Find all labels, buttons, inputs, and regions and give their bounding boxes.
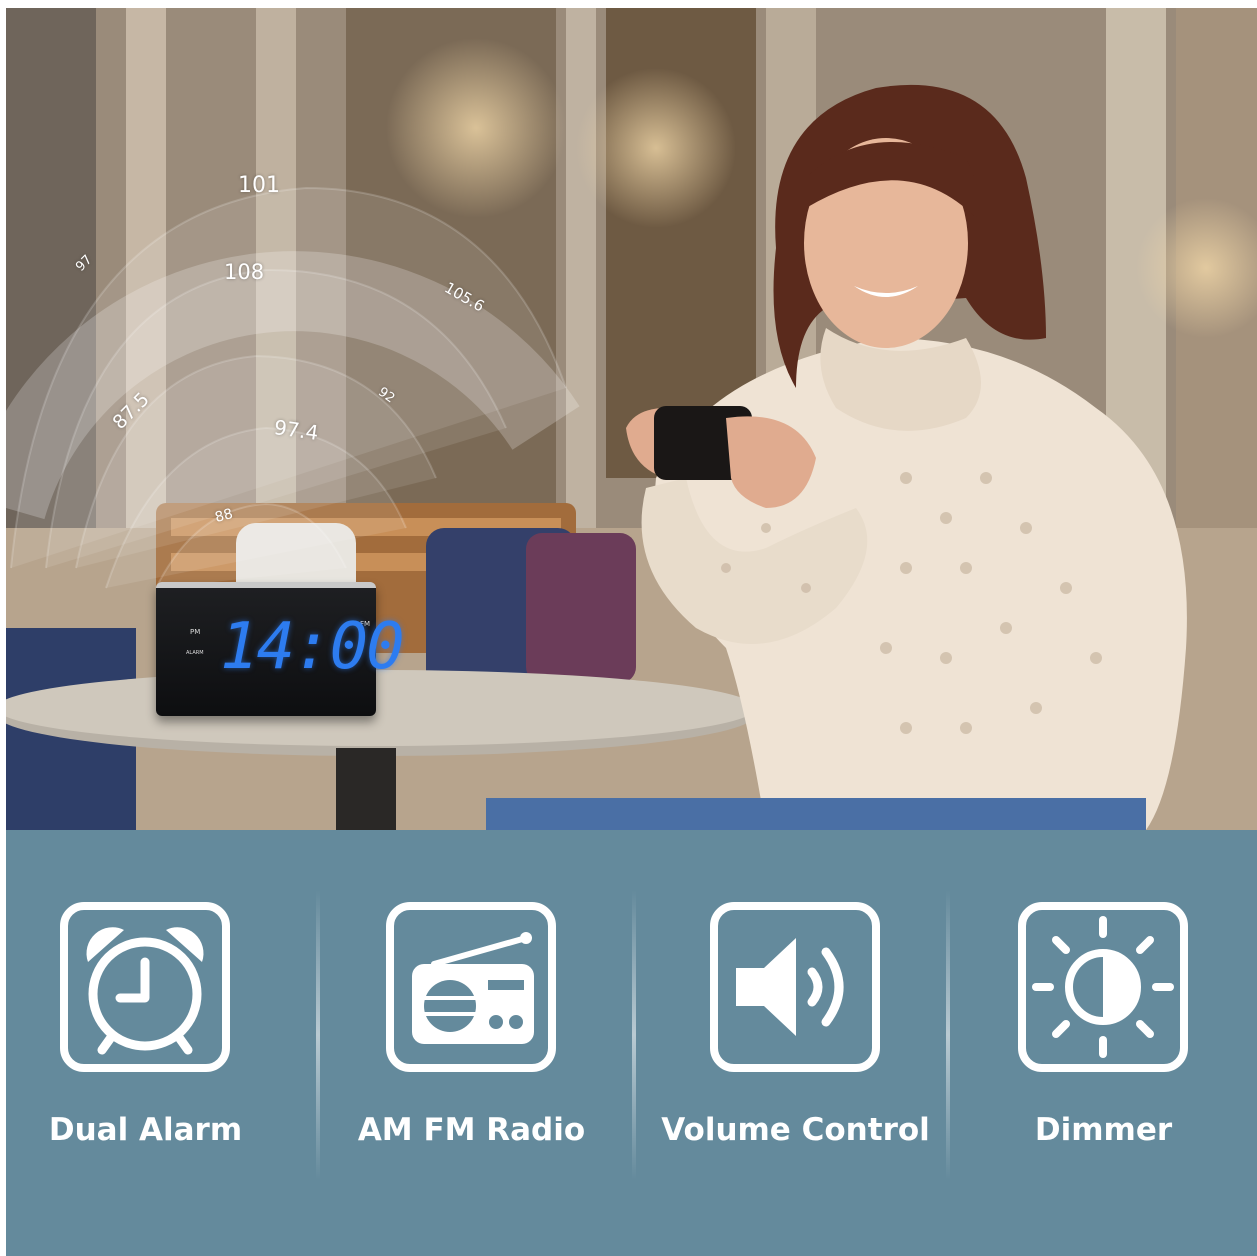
brightness-icon — [1018, 902, 1188, 1072]
divider — [632, 890, 636, 1180]
alarm-clock-icon — [60, 902, 230, 1072]
feature-label: Volume Control — [661, 1112, 930, 1148]
clock-alarm-indicator: ALARM — [186, 650, 204, 656]
feature-radio: AM FM Radio — [334, 902, 594, 1182]
divider — [316, 890, 320, 1180]
alarm-clock-device: PM ALARM FM 14:00 — [156, 582, 405, 716]
divider — [946, 890, 950, 1180]
feature-dimmer: Dimmer — [966, 902, 1226, 1182]
product-page: 101 97 108 105.6 87.5 92 97.4 88 PM ALAR… — [0, 0, 1257, 1256]
speaker-volume-icon — [710, 902, 880, 1072]
clock-pm-indicator: PM — [190, 628, 201, 636]
radio-icon — [386, 902, 556, 1072]
feature-label: AM FM Radio — [357, 1112, 586, 1148]
lifestyle-photo: 101 97 108 105.6 87.5 92 97.4 88 PM ALAR… — [6, 8, 1257, 830]
frequency-label: 108 — [224, 260, 265, 284]
feature-label: Dimmer — [1034, 1112, 1173, 1148]
feature-label: Dual Alarm — [48, 1112, 243, 1148]
frequency-label: 101 — [238, 173, 280, 198]
features-panel: Dual Alarm AM FM Radio Volume Control Di… — [6, 830, 1257, 1256]
feature-volume: Volume Control — [658, 902, 930, 1182]
feature-dual-alarm: Dual Alarm — [8, 902, 268, 1182]
clock-display-time: 14:00 — [220, 610, 405, 684]
